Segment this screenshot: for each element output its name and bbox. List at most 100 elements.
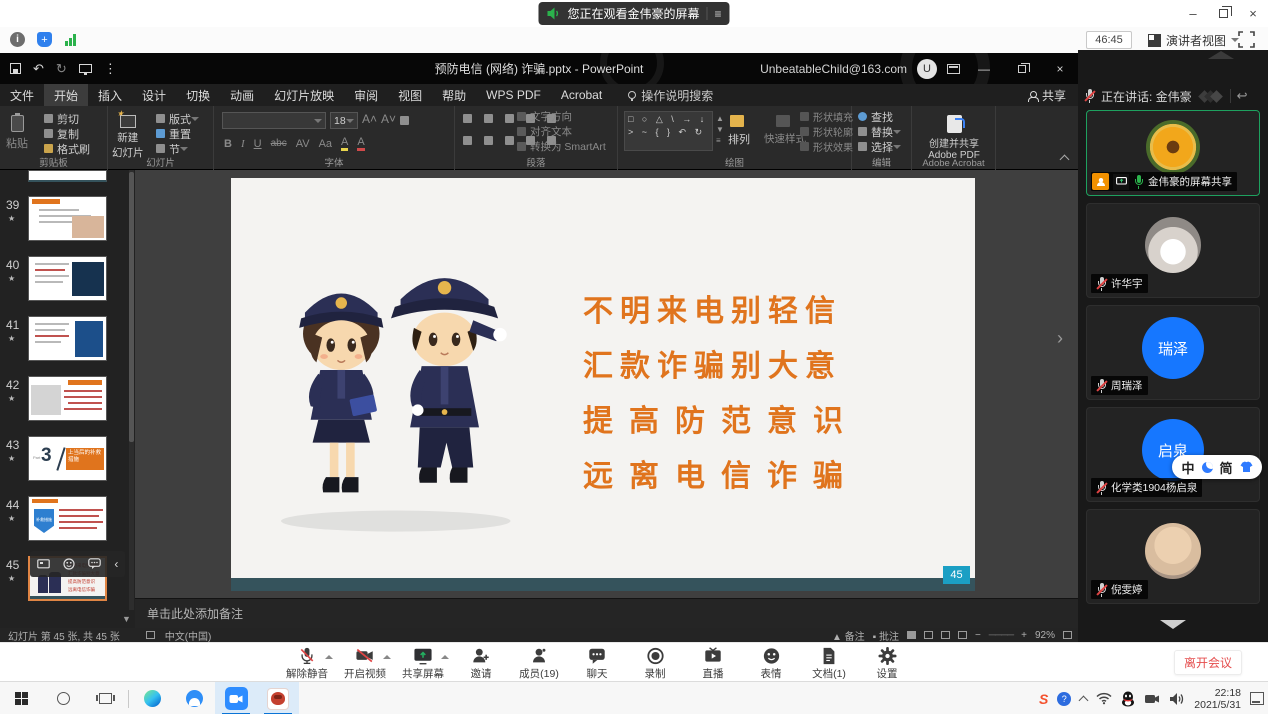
shield-icon[interactable]: + — [37, 32, 52, 47]
settings-button[interactable]: 设置 — [864, 645, 910, 681]
font-size-select[interactable]: 18 — [330, 112, 358, 129]
thumbnail-scroll-down-icon[interactable]: ▼ — [122, 614, 131, 624]
window-minimize-button[interactable]: – — [1178, 0, 1208, 27]
save-icon[interactable] — [10, 63, 21, 74]
bullets-icon[interactable] — [463, 114, 472, 123]
create-pdf-button[interactable]: 创建并共享 Adobe PDF — [924, 110, 984, 161]
police-illustration[interactable] — [253, 238, 529, 549]
emoji-button[interactable]: 表情 — [748, 645, 794, 681]
shapes-gallery-scroll[interactable]: ▲▼≡ — [716, 113, 724, 146]
zoom-level[interactable]: 92% — [1035, 630, 1055, 641]
moon-icon[interactable] — [1202, 462, 1213, 473]
thumbnail-partial[interactable] — [28, 170, 107, 182]
clear-formatting-icon[interactable] — [400, 116, 409, 125]
strikethrough-button[interactable]: abc — [271, 138, 287, 149]
start-video-button[interactable]: 开启视频 — [342, 645, 388, 681]
align-center-icon[interactable] — [484, 136, 493, 145]
start-button[interactable] — [0, 682, 42, 714]
panel-scroll-down-icon[interactable] — [1160, 620, 1186, 629]
chevron-up-icon[interactable] — [325, 651, 333, 659]
share-screen-button[interactable]: 共享屏幕 — [400, 645, 446, 681]
notes-pane[interactable]: 单击此处添加备注 — [135, 598, 1078, 628]
qat-more-icon[interactable]: ⋮ — [104, 61, 117, 77]
zoom-in-button[interactable]: + — [1021, 630, 1027, 641]
slide-text-block[interactable]: 不明来电别轻信 汇款诈骗别大意 提高防范意识 远离电信诈骗 — [583, 284, 859, 504]
zoom-out-button[interactable]: − — [975, 630, 981, 641]
tab-slideshow[interactable]: 幻灯片放映 — [264, 84, 344, 107]
select-button[interactable]: 选择 — [858, 139, 901, 154]
shrink-font-button[interactable]: A˅ — [381, 112, 396, 129]
highlight-color-button[interactable]: A — [341, 136, 348, 151]
tab-transitions[interactable]: 切换 — [176, 84, 220, 107]
annotation-screenshot-icon[interactable] — [37, 559, 50, 570]
shape-outline-button[interactable]: 形状轮廓 — [800, 124, 853, 139]
layout-button[interactable]: 版式 — [156, 111, 199, 126]
ppt-restore-button[interactable] — [1008, 53, 1036, 84]
participant-tile[interactable]: 许华宇 — [1086, 203, 1260, 298]
sogou-input-icon[interactable]: S — [1039, 691, 1048, 707]
chat-button[interactable]: 聊天 — [574, 645, 620, 681]
reset-button[interactable]: 重置 — [156, 126, 199, 141]
chevron-up-icon[interactable] — [383, 651, 391, 659]
window-restore-button[interactable] — [1208, 0, 1238, 27]
taskbar-clock[interactable]: 22:18 2021/5/31 — [1194, 687, 1241, 711]
slideshow-icon[interactable] — [79, 64, 92, 73]
volume-icon[interactable] — [1169, 692, 1185, 706]
ribbon-display-icon[interactable] — [947, 64, 960, 74]
participant-tile[interactable]: 瑞泽 周瑞泽 — [1086, 305, 1260, 400]
shape-effects-button[interactable]: 形状效果 — [800, 139, 853, 154]
tab-view[interactable]: 视图 — [388, 84, 432, 107]
help-tray-icon[interactable]: ? — [1057, 692, 1071, 706]
slideshow-view-icon[interactable] — [958, 631, 967, 639]
change-case-button[interactable]: Aa — [319, 138, 332, 150]
participant-tile-presenter[interactable]: 金伟豪的屏幕共享 — [1086, 110, 1260, 196]
documents-button[interactable]: 文档(1) — [806, 645, 852, 681]
normal-view-icon[interactable] — [907, 631, 916, 639]
action-center-icon[interactable] — [1250, 692, 1264, 705]
panel-collapse-up-icon[interactable] — [1208, 51, 1234, 59]
tab-file[interactable]: 文件 — [0, 84, 44, 107]
live-stream-button[interactable]: 直播 — [690, 645, 736, 681]
notes-toggle[interactable]: ▲ 备注 — [832, 628, 865, 643]
font-color-button[interactable]: A — [357, 136, 364, 151]
tab-animations[interactable]: 动画 — [220, 84, 264, 107]
chevron-up-icon[interactable] — [441, 651, 449, 659]
collapse-ribbon-icon[interactable] — [1060, 155, 1070, 165]
find-button[interactable]: 查找 — [858, 109, 901, 124]
thumbnail-39[interactable]: 39 ★ — [0, 196, 135, 243]
slide-sorter-view-icon[interactable] — [924, 631, 933, 639]
camera-tray-icon[interactable] — [1144, 693, 1160, 705]
search-button[interactable] — [42, 682, 84, 714]
underline-button[interactable]: U — [254, 138, 262, 150]
thumbnail-scrollbar[interactable] — [129, 170, 134, 610]
share-button[interactable]: 共享 — [1028, 87, 1066, 104]
skin-icon[interactable] — [1240, 461, 1253, 473]
account-avatar[interactable]: U — [917, 59, 937, 79]
decrease-indent-icon[interactable] — [505, 114, 514, 123]
thumbnail-43[interactable]: 43 ★ Part 3 上当后的补救措施 — [0, 436, 135, 483]
comments-toggle[interactable]: ▪ 批注 — [873, 628, 899, 643]
arrange-button[interactable]: 排列 — [728, 110, 750, 147]
banner-menu-icon[interactable]: ≡ — [715, 7, 722, 21]
speaker-view-dropdown[interactable]: 演讲者视图 — [1148, 31, 1239, 49]
taskbar-app-browser[interactable] — [173, 682, 215, 714]
tab-design[interactable]: 设计 — [132, 84, 176, 107]
invite-button[interactable]: 邀请 — [458, 645, 504, 681]
thumbnail-42[interactable]: 42 ★ — [0, 376, 135, 423]
shape-fill-button[interactable]: 形状填充 — [800, 109, 853, 124]
qq-icon[interactable] — [1121, 691, 1135, 707]
taskbar-app-red[interactable] — [257, 682, 299, 714]
align-right-icon[interactable] — [505, 136, 514, 145]
collapse-chevron-icon[interactable]: ‹ — [114, 557, 118, 571]
tab-help[interactable]: 帮助 — [432, 84, 476, 107]
align-left-icon[interactable] — [463, 136, 472, 145]
tab-review[interactable]: 审阅 — [344, 84, 388, 107]
font-name-select[interactable] — [222, 112, 326, 129]
character-spacing-button[interactable]: AV — [296, 138, 310, 150]
back-arrow-icon[interactable]: ↩ — [1237, 88, 1248, 104]
participant-tile[interactable]: 倪雯婷 — [1086, 509, 1260, 604]
smartart-button[interactable]: 转换为 SmartArt — [517, 139, 606, 154]
thumbnail-40[interactable]: 40 ★ — [0, 256, 135, 303]
panel-collapse-handle[interactable]: › — [1057, 328, 1063, 349]
ime-language-toggle[interactable]: 中 — [1181, 458, 1194, 477]
